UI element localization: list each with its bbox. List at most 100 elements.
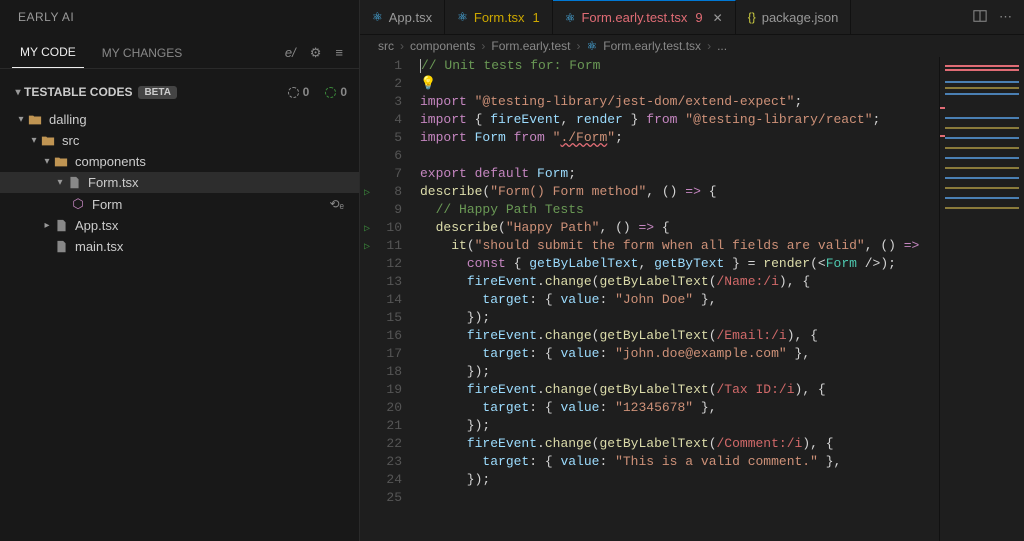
breadcrumb-item[interactable]: components (410, 39, 475, 53)
more-icon[interactable]: ⋯ (999, 9, 1012, 25)
line-number: 6 (374, 147, 402, 165)
file-icon (66, 176, 82, 189)
split-editor-icon[interactable] (973, 9, 987, 26)
code-line[interactable]: describe("Happy Path", () => { (420, 219, 1024, 237)
code-line[interactable]: import "@testing-library/jest-dom/extend… (420, 93, 1024, 111)
menu-icon[interactable]: ≡ (335, 45, 343, 60)
tree-label: Form (92, 197, 122, 212)
code-line[interactable]: target: { value: "John Doe" }, (420, 291, 1024, 309)
tab-app-tsx[interactable]: ⚛ App.tsx (360, 0, 445, 34)
run-test-icon (360, 347, 374, 365)
tab-form-early-test[interactable]: ⚛ Form.early.test.tsx 9 ✕ (553, 0, 736, 34)
tab-my-changes[interactable]: MY CHANGES (94, 38, 190, 68)
chevron-down-icon: ▾ (54, 177, 66, 188)
line-number: 19 (374, 381, 402, 399)
code-line[interactable]: // Unit tests for: Form (420, 57, 1024, 75)
breadcrumb-item[interactable]: Form.early.test (491, 39, 570, 53)
editor-tabs: ⚛ App.tsx ⚛ Form.tsx 1 ⚛ Form.early.test… (360, 0, 1024, 35)
breadcrumb-item[interactable]: src (378, 39, 394, 53)
breadcrumb-more[interactable]: ... (717, 39, 727, 53)
tree-file-form-tsx[interactable]: ▾ Form.tsx (0, 172, 359, 193)
code-line[interactable]: export default Form; (420, 165, 1024, 183)
tab-label: Form.early.test.tsx (581, 10, 687, 25)
tab-label: App.tsx (389, 10, 432, 25)
folder-icon (53, 155, 69, 169)
code-line[interactable]: describe("Form() Form method", () => { (420, 183, 1024, 201)
line-number: 25 (374, 489, 402, 507)
code-line[interactable]: }); (420, 309, 1024, 327)
line-number: 3 (374, 93, 402, 111)
extension-sidebar: EARLY AI MY CODE MY CHANGES e/ ⚙ ≡ ▾ TES… (0, 0, 360, 541)
tree-symbol-form[interactable]: ⬡ Form ⟲ₑ (0, 193, 359, 215)
run-test-icon[interactable]: ▷ (360, 185, 374, 203)
tree-folder-src[interactable]: ▾ src (0, 130, 359, 151)
code-line[interactable] (420, 489, 1024, 507)
tree-folder-dalling[interactable]: ▾ dalling (0, 109, 359, 130)
code-line[interactable]: // Happy Path Tests (420, 201, 1024, 219)
run-test-icon (360, 473, 374, 491)
tab-label: Form.tsx (474, 10, 525, 25)
line-number: 8 (374, 183, 402, 201)
code-line[interactable]: it("should submit the form when all fiel… (420, 237, 1024, 255)
beta-badge: BETA (138, 86, 176, 99)
breadcrumbs[interactable]: src› components› Form.early.test› ⚛ Form… (360, 35, 1024, 57)
line-number: 1 (374, 57, 402, 75)
generate-tests-icon[interactable]: ⟲ₑ (329, 197, 344, 211)
code-line[interactable]: import { fireEvent, render } from "@test… (420, 111, 1024, 129)
run-test-icon (360, 203, 374, 221)
code-line[interactable]: const { getByLabelText, getByText } = re… (420, 255, 1024, 273)
line-number: 9 (374, 201, 402, 219)
line-number: 23 (374, 453, 402, 471)
close-icon[interactable]: ✕ (713, 11, 723, 25)
run-test-icon (360, 131, 374, 149)
tab-form-tsx[interactable]: ⚛ Form.tsx 1 (445, 0, 553, 34)
tree-folder-components[interactable]: ▾ components (0, 151, 359, 172)
sidebar-title: EARLY AI (0, 0, 359, 32)
run-test-icon (360, 365, 374, 383)
react-icon: ⚛ (457, 10, 468, 24)
progress-circle-icon (288, 87, 299, 98)
code-line[interactable]: 💡 (420, 75, 1024, 93)
chevron-down-icon: ▾ (12, 87, 24, 98)
code-line[interactable]: target: { value: "This is a valid commen… (420, 453, 1024, 471)
line-number: 22 (374, 435, 402, 453)
code-line[interactable]: fireEvent.change(getByLabelText(/Tax ID:… (420, 381, 1024, 399)
code-line[interactable]: }); (420, 471, 1024, 489)
code-line[interactable]: }); (420, 417, 1024, 435)
code-line[interactable] (420, 147, 1024, 165)
run-test-icon (360, 293, 374, 311)
tree-label: Form.tsx (88, 175, 139, 190)
code-line[interactable]: target: { value: "12345678" }, (420, 399, 1024, 417)
run-test-icon (360, 95, 374, 113)
tab-problem-count: 1 (532, 10, 539, 25)
tree-file-main-tsx[interactable]: main.tsx (0, 236, 359, 257)
tree-file-app-tsx[interactable]: ▸ App.tsx (0, 215, 359, 236)
code-line[interactable]: }); (420, 363, 1024, 381)
breadcrumb-item[interactable]: Form.early.test.tsx (603, 39, 701, 53)
section-counts: 0 0 (288, 85, 347, 99)
run-test-icon (360, 149, 374, 167)
code-line[interactable]: import Form from "./Form"; (420, 129, 1024, 147)
code-line[interactable]: fireEvent.change(getByLabelText(/Comment… (420, 435, 1024, 453)
tree-label: dalling (49, 112, 87, 127)
gear-icon[interactable]: ⚙ (310, 45, 322, 61)
minimap[interactable] (939, 57, 1024, 541)
tab-package-json[interactable]: {} package.json (736, 0, 852, 34)
run-test-icon[interactable]: ▷ (360, 239, 374, 257)
chevron-right-icon: ▸ (41, 220, 53, 231)
count-b: 0 (340, 85, 347, 99)
code-line[interactable]: fireEvent.change(getByLabelText(/Email:/… (420, 327, 1024, 345)
section-header-testable[interactable]: ▾ TESTABLE CODES BETA 0 0 (0, 77, 359, 107)
code-content[interactable]: // Unit tests for: Form💡import "@testing… (414, 57, 1024, 541)
brand-glyph[interactable]: e/ (285, 45, 296, 60)
run-test-icon[interactable]: ▷ (360, 221, 374, 239)
tab-my-code[interactable]: MY CODE (12, 37, 84, 68)
code-line[interactable]: target: { value: "john.doe@example.com" … (420, 345, 1024, 363)
run-test-icon (360, 275, 374, 293)
chevron-down-icon: ▾ (15, 114, 27, 125)
tree-label: src (62, 133, 79, 148)
code-line[interactable]: fireEvent.change(getByLabelText(/Name:/i… (420, 273, 1024, 291)
run-test-icon (360, 401, 374, 419)
code-editor[interactable]: ▷▷▷ 123456789101112131415161718192021222… (360, 57, 1024, 541)
run-test-icon (360, 167, 374, 185)
